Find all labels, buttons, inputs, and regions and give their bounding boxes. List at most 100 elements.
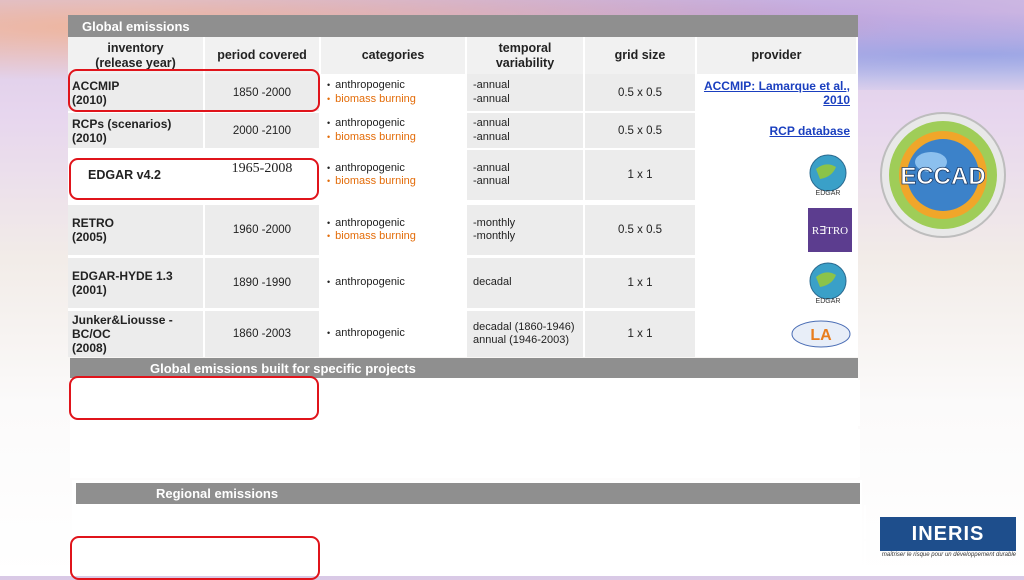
categories-cell: • anthropogenic • biomass burning — [321, 205, 467, 255]
category-label: anthropogenic — [335, 276, 405, 289]
category-item: • anthropogenic — [327, 327, 405, 341]
bullet-icon: • — [327, 217, 331, 228]
grid-size-cell: 1 x 1 — [585, 150, 697, 200]
grid-size-cell: 0.5 x 0.5 — [585, 74, 697, 111]
category-item: • biomass burning — [327, 230, 416, 244]
category-item: • biomass burning — [327, 175, 416, 189]
grid-size-cell: 1 x 1 — [585, 258, 697, 308]
temporal-item: -annual — [473, 175, 510, 187]
temporal-item: -annual — [473, 79, 510, 91]
ineris-tagline: maîtriser le risque pour un développemen… — [881, 552, 1016, 558]
period-cell: 1890 -1990 — [205, 258, 321, 308]
provider-link[interactable]: RCP database — [770, 124, 850, 138]
bullet-icon: • — [327, 93, 331, 104]
svg-text:EDGAR: EDGAR — [816, 298, 841, 305]
release-year: (2010) — [72, 130, 107, 145]
table-row: RCPs (scenarios) (2010) 2000 -2100 • anthrop… — [68, 113, 858, 148]
grid-size-cell: 0.5 x 0.5 — [585, 113, 697, 148]
category-label: anthropogenic — [335, 216, 405, 229]
provider-cell: R∃TRO — [697, 205, 858, 255]
table-row: EDGAR-HYDE 1.3 (2001) 1890 -1990 • anthropog… — [68, 258, 858, 308]
temporal-item: annual (1946-2003) — [473, 334, 570, 346]
category-label: biomass burning — [335, 92, 416, 105]
period-cell: 1960 -2000 — [205, 205, 321, 255]
inventory-name: Junker&Liousse - BC/OC — [72, 313, 173, 341]
category-label: anthropogenic — [335, 117, 405, 129]
categories-cell: • anthropogenic • biomass burning — [321, 74, 467, 111]
edgar-logo: EDGAR — [808, 153, 852, 197]
eccad-logo-text: ECCAD — [900, 163, 985, 190]
bullet-icon: • — [327, 162, 331, 173]
category-item: • anthropogenic — [327, 117, 405, 131]
category-item: • anthropogenic — [327, 217, 405, 231]
category-item: • anthropogenic — [327, 276, 405, 290]
header-grid: grid size — [585, 37, 697, 74]
categories-cell: • anthropogenic • biomass burning — [321, 150, 467, 200]
category-label: anthropogenic — [335, 327, 405, 340]
temporal-cell: -monthly -monthly — [467, 205, 585, 255]
header-provider: provider — [697, 37, 858, 74]
provider-cell[interactable]: ACCMIP: Lamarque et al., 2010 — [697, 74, 858, 111]
grid-size-cell: 1 x 1 — [585, 311, 697, 357]
provider-link[interactable]: ACCMIP: Lamarque et al., 2010 — [697, 79, 850, 107]
bullet-icon: • — [327, 80, 331, 90]
section-global-title: Global emissions — [68, 15, 858, 37]
categories-cell: • anthropogenic — [321, 258, 467, 308]
release-year: (2001) — [72, 283, 107, 297]
temporal-cell: -annual -annual — [467, 74, 585, 111]
category-item: • biomass burning — [327, 93, 416, 107]
highlight-edgar — [69, 158, 319, 200]
retro-logo: R∃TRO — [808, 208, 852, 252]
category-item: • anthropogenic — [327, 79, 405, 93]
temporal-item: -monthly — [473, 216, 516, 229]
highlight-emep — [70, 536, 320, 580]
temporal-item: -annual — [473, 92, 510, 105]
eccad-logo: ECCAD — [873, 110, 1013, 240]
inventory-cell: RCPs (scenarios) (2010) — [68, 113, 205, 148]
release-year: (2005) — [72, 230, 107, 244]
period-cell: 1860 -2003 — [205, 311, 321, 357]
header-categories: categories — [321, 37, 467, 74]
highlight-accmip — [68, 69, 320, 112]
provider-cell[interactable]: RCP database — [697, 113, 858, 148]
temporal-item: -annual — [473, 161, 510, 174]
category-label: biomass burning — [335, 175, 416, 187]
temporal-item: -annual — [473, 130, 510, 143]
provider-cell: EDGAR — [697, 150, 858, 200]
inventory-cell: RETRO (2005) — [68, 205, 205, 255]
ineris-logo-text: INERIS — [880, 517, 1016, 551]
category-item: • biomass burning — [327, 131, 416, 145]
provider-cell: LA — [697, 311, 858, 357]
edgar-logo: EDGAR — [808, 261, 852, 305]
bullet-icon: • — [327, 131, 331, 142]
bullet-icon: • — [327, 328, 331, 339]
category-item: • anthropogenic — [327, 162, 405, 176]
bullet-icon: • — [327, 176, 331, 186]
table-row: RETRO (2005) 1960 -2000 • anthropogenic • biom… — [68, 205, 858, 255]
temporal-cell: decadal — [467, 258, 585, 308]
highlight-maccity — [69, 376, 319, 420]
bullet-icon: • — [327, 277, 331, 288]
categories-cell: • anthropogenic — [321, 311, 467, 357]
category-label: anthropogenic — [335, 79, 405, 91]
temporal-item: decadal — [473, 276, 512, 289]
category-label: biomass burning — [335, 230, 416, 242]
header-temporal: temporal variability — [467, 37, 585, 74]
inventory-cell: EDGAR-HYDE 1.3 (2001) — [68, 258, 205, 308]
inventory-name: EDGAR-HYDE 1.3 — [72, 269, 173, 283]
temporal-item: -annual — [473, 117, 510, 129]
temporal-cell: decadal (1860-1946) annual (1946-2003) — [467, 311, 585, 357]
temporal-cell: -annual -annual — [467, 113, 585, 148]
release-year: (2008) — [72, 341, 107, 355]
inventory-name: RCPs (scenarios) — [72, 116, 172, 131]
svg-text:LA: LA — [810, 327, 832, 344]
categories-cell: • anthropogenic • biomass burning — [321, 113, 467, 148]
provider-cell: EDGAR — [697, 258, 858, 308]
category-label: biomass burning — [335, 130, 416, 143]
temporal-item: -monthly — [473, 230, 516, 242]
section-regional-title: Regional emissions — [76, 483, 860, 504]
table-row: Junker&Liousse - BC/OC (2008) 1860 -2003 • a… — [68, 311, 858, 357]
inventory-name: RETRO — [72, 216, 114, 230]
temporal-cell: -annual -annual — [467, 150, 585, 200]
section-projects-title: Global emissions built for specific proj… — [70, 358, 858, 378]
